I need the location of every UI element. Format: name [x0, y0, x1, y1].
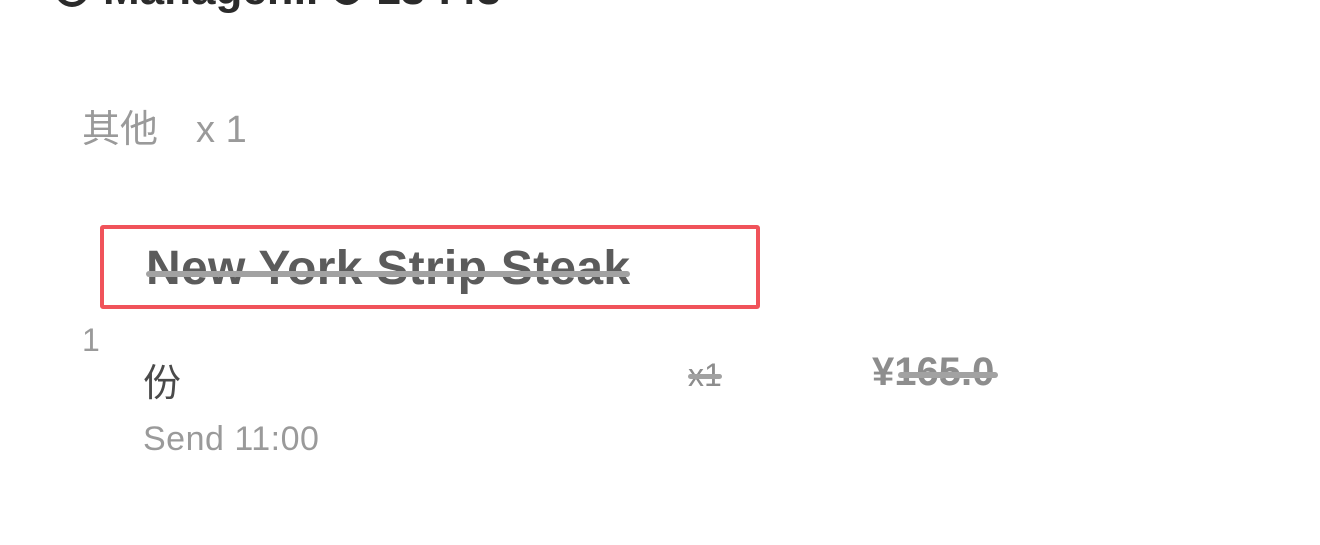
item-name: New York Strip Steak [146, 241, 631, 296]
category-name: 其他 [82, 109, 159, 151]
send-time: Send 11:00 [143, 420, 320, 458]
order-header: Manager... 13 :43 [55, 0, 501, 14]
item-name-highlight[interactable]: New York Strip Steak [100, 225, 760, 309]
header-time: 13 :43 [376, 0, 501, 15]
item-name-strikethrough [146, 271, 631, 277]
item-count-strikethrough [688, 374, 722, 379]
item-count: x1 [688, 357, 722, 394]
status-dot-icon [332, 0, 363, 5]
item-side-quantity: 1 [82, 322, 100, 358]
item-name-text: New York Strip Steak [146, 242, 631, 295]
item-unit: 份 [143, 363, 182, 405]
header-title: Manager... [103, 0, 318, 15]
category-count: x 1 [196, 109, 247, 151]
clock-icon [55, 0, 89, 7]
category-row: 其他 x 1 [82, 98, 247, 153]
item-price: ¥165.0 [872, 350, 999, 395]
item-price-strikethrough [898, 372, 999, 378]
